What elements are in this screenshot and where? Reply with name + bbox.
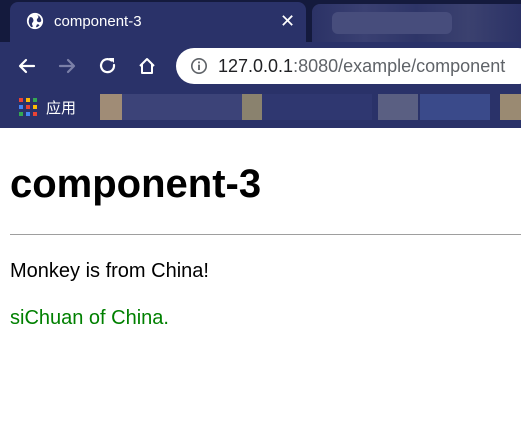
reload-icon — [99, 58, 116, 74]
tab-title: component-3 — [54, 13, 142, 30]
horizontal-rule — [10, 234, 521, 235]
info-icon[interactable] — [190, 57, 208, 75]
arrow-left-icon — [18, 58, 36, 74]
close-icon[interactable]: ✕ — [280, 10, 295, 32]
url-host: 127.0.0.1 — [218, 56, 294, 76]
url-text[interactable]: 127.0.0.1:8080/example/component — [218, 56, 505, 77]
blurred-tab-content — [332, 12, 452, 34]
reload-button[interactable] — [94, 52, 122, 80]
blurred-bookmark[interactable] — [378, 94, 418, 120]
home-icon — [139, 58, 155, 74]
sichuan-text: siChuan of China. — [10, 307, 169, 329]
home-button[interactable] — [133, 52, 161, 80]
blurred-bookmark[interactable] — [100, 94, 122, 120]
monkey-text: Monkey is from China! — [10, 260, 209, 282]
browser-toolbar: 127.0.0.1:8080/example/component — [0, 42, 521, 90]
blurred-tab[interactable] — [312, 4, 521, 42]
back-button[interactable] — [13, 52, 41, 80]
blurred-bookmark[interactable] — [262, 94, 372, 120]
url-path: :8080/example/component — [293, 56, 506, 76]
forward-button[interactable] — [53, 52, 81, 80]
apps-label[interactable]: 应用 — [46, 97, 76, 118]
browser-chrome: component-3 ✕ 127.0.0.1:8080/example/com… — [0, 0, 521, 128]
arrow-right-icon — [58, 58, 76, 74]
address-bar[interactable]: 127.0.0.1:8080/example/component — [176, 48, 521, 84]
bookmarks-bar: 应用 — [0, 90, 521, 128]
tab-strip: component-3 ✕ — [0, 0, 521, 42]
blurred-bookmark[interactable] — [242, 94, 262, 120]
apps-grid-icon[interactable] — [19, 98, 37, 116]
page-content: component-3 Monkey is from China! siChua… — [0, 128, 521, 421]
globe-icon — [26, 12, 44, 30]
page-title: component-3 — [10, 162, 262, 206]
blurred-bookmark[interactable] — [420, 94, 490, 120]
blurred-bookmark[interactable] — [500, 94, 521, 120]
blurred-bookmark[interactable] — [122, 94, 242, 120]
tab-component-3[interactable]: component-3 ✕ — [10, 2, 306, 42]
